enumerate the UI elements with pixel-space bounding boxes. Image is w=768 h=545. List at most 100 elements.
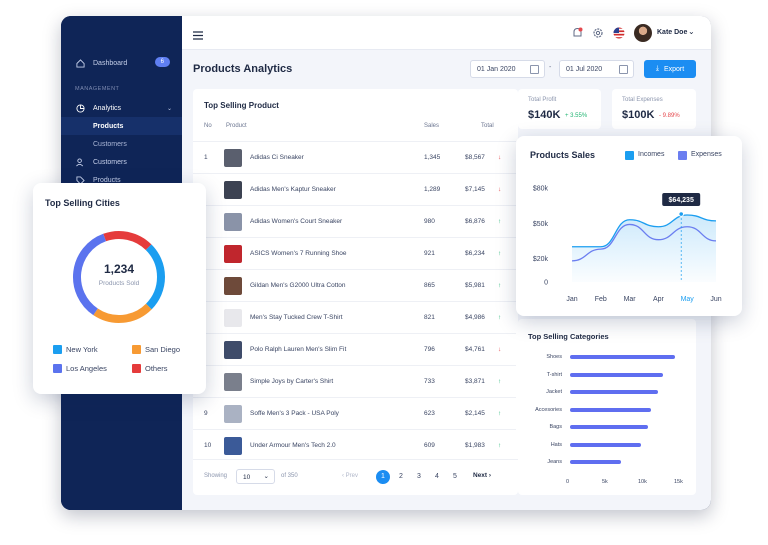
category-bar[interactable] (570, 442, 641, 447)
sidebar-item-dashboard[interactable]: Dashboard 6 (61, 54, 182, 72)
prev-button[interactable]: ‹ Prev (342, 473, 358, 479)
category-bar[interactable] (570, 390, 658, 394)
sales-value: 821 (424, 314, 435, 321)
category-bar[interactable] (570, 372, 664, 377)
category-bar[interactable] (570, 460, 621, 464)
sales-value: 921 (424, 250, 435, 257)
sales-value: 733 (424, 378, 435, 385)
cities-donut-chart (73, 231, 165, 323)
table-row[interactable]: Simple Joys by Carter's Shirt 733 $3,871 ↑ (193, 365, 516, 397)
x-tick-label: Feb (595, 296, 607, 303)
home-icon (75, 58, 85, 68)
table-row[interactable]: 10 Under Armour Men's Tech 2.0 609 $1,983 ↑ (193, 429, 516, 461)
legend-swatch (53, 364, 62, 373)
page-size-select[interactable]: 10 ⌄ (236, 469, 275, 484)
export-label: Export (663, 65, 685, 73)
sidebar-item-label: Products (93, 122, 124, 130)
avatar[interactable] (634, 24, 652, 42)
product-name: Polo Ralph Lauren Men's Slim Fit (250, 346, 347, 353)
product-thumbnail (224, 373, 242, 391)
kpi-label: Total Expenses (622, 97, 663, 103)
sidebar-item-products[interactable]: Products (61, 117, 182, 135)
table-row[interactable]: Polo Ralph Lauren Men's Slim Fit 796 $4,76… (193, 333, 516, 365)
user-name[interactable]: Kate Doe (657, 29, 687, 36)
y-tick-label: $80k (533, 186, 549, 193)
date-from-value: 01 Jan 2020 (477, 65, 516, 73)
product-thumbnail (224, 277, 242, 295)
table-row[interactable]: 9 Soffe Men's 3 Pack - USA Poly 623 $2,145 ↑ (193, 397, 516, 429)
hamburger-icon[interactable] (193, 27, 203, 45)
page-5-button[interactable]: 5 (448, 470, 462, 484)
hover-point[interactable] (678, 211, 684, 217)
table-row[interactable]: Men's Stay Tucked Crew T-Shirt 821 $4,986 ↑ (193, 301, 516, 333)
sales-value: 623 (424, 410, 435, 417)
x-tick-label: May (681, 296, 695, 303)
next-label: Next (473, 472, 488, 479)
sidebar-item-customers-main[interactable]: Customers (61, 153, 182, 171)
arrow-up-icon: ↑ (498, 282, 502, 289)
arrow-down-icon: ↓ (498, 346, 502, 353)
table-row[interactable]: 1 Adidas Ci Sneaker 1,345 $8,567 ↓ (193, 141, 516, 173)
category-label: T-shirt (546, 371, 562, 378)
donut-slice-new-york[interactable] (145, 244, 165, 310)
sidebar-section-heading: MANAGEMENT (75, 86, 120, 92)
arrow-up-icon: ↑ (498, 314, 502, 321)
sidebar-item-customers[interactable]: Customers (61, 135, 182, 153)
product-thumbnail (224, 181, 242, 199)
total-value: $6,876 (465, 218, 485, 225)
category-bar[interactable] (570, 355, 675, 359)
category-label: Jacket (546, 389, 562, 395)
total-value: $7,145 (465, 186, 485, 193)
product-thumbnail (224, 309, 242, 327)
page-2-button[interactable]: 2 (394, 470, 408, 484)
product-name: Men's Stay Tucked Crew T-Shirt (250, 314, 343, 321)
chevron-down-icon[interactable]: ⌄ (688, 27, 695, 36)
product-thumbnail (224, 245, 242, 263)
arrow-up-icon: ↑ (498, 442, 502, 449)
legend-swatch (132, 364, 141, 373)
legend-label: Others (145, 364, 168, 373)
x-tick-label: Mar (624, 296, 637, 303)
donut-slice-san-diego[interactable] (93, 303, 152, 323)
bell-icon[interactable] (572, 26, 583, 44)
sales-value: 1,289 (424, 186, 441, 193)
column-header: No (204, 123, 212, 129)
product-name: Simple Joys by Carter's Shirt (250, 378, 334, 385)
category-bar[interactable] (570, 425, 648, 429)
product-name: Adidas Ci Sneaker (250, 154, 304, 161)
kpi-value: $140K (528, 109, 561, 121)
export-button[interactable]: ⤓ Export (644, 60, 696, 78)
date-from-input[interactable]: 01 Jan 2020 (470, 60, 545, 78)
date-to-input[interactable]: 01 Jul 2020 (559, 60, 634, 78)
arrow-up-icon: ↑ (498, 378, 502, 385)
product-name: Soffe Men's 3 Pack - USA Poly (250, 410, 339, 417)
date-to-value: 01 Jul 2020 (566, 65, 603, 73)
kpi-label: Total Profit (528, 97, 557, 103)
sidebar-item-analytics[interactable]: Analytics ⌄ (61, 99, 182, 117)
category-bar[interactable] (570, 407, 651, 412)
gear-icon[interactable] (592, 26, 604, 44)
x-tick-label: Jun (710, 296, 721, 303)
total-value: $6,234 (465, 250, 485, 257)
x-tick-label: Apr (653, 296, 665, 303)
page-3-button[interactable]: 3 (412, 470, 426, 484)
next-button[interactable]: Next › (473, 472, 491, 479)
download-icon: ⤓ (655, 65, 659, 72)
page-4-button[interactable]: 4 (430, 470, 444, 484)
table-row[interactable]: Adidas Men's Kaptur Sneaker 1,289 $7,145 ↓ (193, 173, 516, 205)
table-row[interactable]: Adidas Women's Court Sneaker 980 $6,876 ↑ (193, 205, 516, 237)
product-name: Adidas Women's Court Sneaker (250, 218, 343, 225)
category-label: Jeans (547, 459, 562, 465)
legend-label: New York (66, 345, 98, 354)
kpi-delta: + 3.55% (565, 113, 588, 119)
x-tick-label: Jan (566, 296, 577, 303)
row-number: 10 (204, 442, 212, 449)
table-row[interactable]: ASICS Women's 7 Running Shoe 921 $6,234 ↑ (193, 237, 516, 269)
flag-icon[interactable] (613, 26, 625, 44)
x-tick-label: 15k (674, 479, 683, 485)
category-label: Shoes (546, 354, 562, 360)
table-row[interactable]: Gildan Men's G2000 Ultra Cotton 865 $5,981… (193, 269, 516, 301)
total-value: $8,567 (465, 154, 485, 161)
page-1-button[interactable]: 1 (376, 470, 390, 484)
donut-slice-others[interactable] (103, 231, 152, 251)
